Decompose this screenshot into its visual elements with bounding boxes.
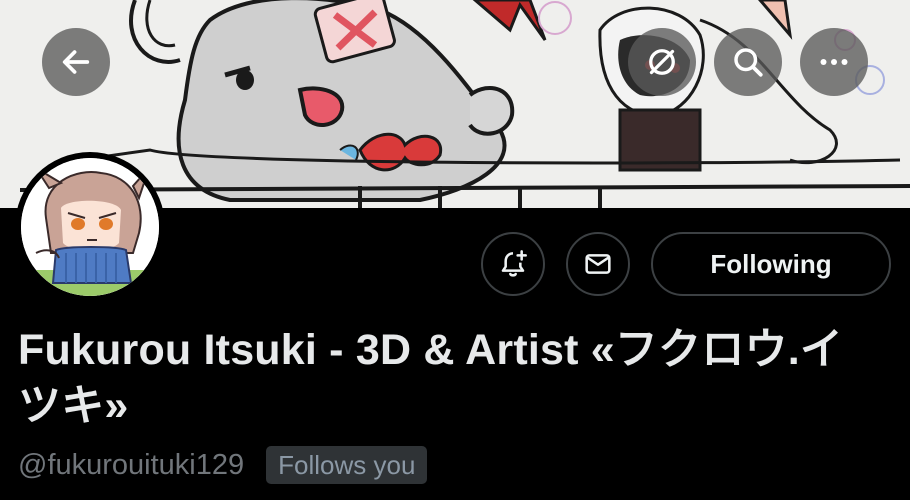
avatar-illustration bbox=[21, 158, 159, 296]
bell-plus-icon bbox=[501, 250, 527, 277]
more-options-button[interactable] bbox=[800, 28, 868, 96]
search-button[interactable] bbox=[714, 28, 782, 96]
search-icon bbox=[734, 48, 763, 77]
more-horizontal-icon bbox=[820, 59, 848, 65]
following-button[interactable]: Following bbox=[651, 232, 891, 296]
profile-handle: @fukurouituki129 bbox=[18, 448, 245, 481]
unmute-button[interactable] bbox=[628, 28, 696, 96]
profile-avatar[interactable] bbox=[15, 152, 165, 302]
envelope-icon bbox=[585, 254, 611, 274]
follows-you-badge: Follows you bbox=[266, 446, 428, 484]
message-button[interactable] bbox=[566, 232, 630, 296]
circle-slash-icon bbox=[649, 49, 675, 75]
handle-row: @fukurouituki129 Follows you bbox=[18, 446, 428, 484]
arrow-left-icon bbox=[62, 50, 90, 74]
avatar-image bbox=[21, 158, 159, 296]
back-button[interactable] bbox=[42, 28, 110, 96]
notifications-button[interactable] bbox=[481, 232, 545, 296]
profile-display-name: Fukurou Itsuki - 3D & Artist «フクロウ.イツキ» bbox=[18, 326, 844, 430]
